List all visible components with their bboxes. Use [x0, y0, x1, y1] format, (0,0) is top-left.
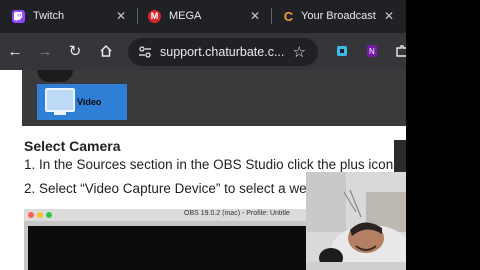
extensions-puzzle-icon[interactable]	[392, 41, 406, 61]
address-bar[interactable]: support.chaturbate.c... ☆	[128, 38, 318, 66]
webcam-source-thumbnail	[37, 70, 73, 82]
video-label: Video	[77, 97, 102, 107]
url-text: support.chaturbate.c...	[160, 45, 285, 59]
tab-your-broadcast[interactable]: C Your Broadcast ✕	[282, 4, 400, 28]
tab-mega[interactable]: M MEGA ✕	[148, 4, 268, 28]
webcam-overlay	[306, 172, 406, 270]
instruction-step-2: 2. Select “Video Capture Device” to sele…	[24, 181, 315, 196]
obs-sources-screenshot: Video	[22, 70, 406, 126]
extension-icon[interactable]	[332, 41, 352, 61]
instruction-step-1: 1. In the Sources section in the OBS Stu…	[24, 157, 406, 172]
monitor-stand	[54, 112, 66, 115]
minimize-dot-icon	[37, 212, 43, 218]
close-tab-icon[interactable]: ✕	[116, 9, 126, 23]
browser-window: Twitch ✕ M MEGA ✕ C Your Broadcast ✕ ← →…	[0, 0, 406, 270]
tab-label: Your Broadcast	[301, 10, 376, 22]
home-icon[interactable]	[96, 41, 116, 61]
twitch-icon	[12, 9, 25, 23]
mega-icon: M	[148, 9, 161, 23]
close-dot-icon	[28, 212, 34, 218]
video-source-item: Video	[37, 84, 127, 120]
desktop-background	[406, 0, 480, 270]
chaturbate-icon: C	[283, 8, 294, 24]
obs-window-title: OBS 19.0.2 (mac) - Profile: Untitle	[184, 210, 290, 217]
webcam-person-image	[306, 172, 406, 270]
tab-separator	[271, 8, 272, 24]
bookmark-star-icon[interactable]: ☆	[293, 43, 306, 61]
close-tab-icon[interactable]: ✕	[384, 9, 394, 23]
tab-label: Twitch	[33, 10, 65, 22]
tab-strip: Twitch ✕ M MEGA ✕ C Your Broadcast ✕	[0, 0, 406, 33]
tab-twitch[interactable]: Twitch ✕	[12, 4, 134, 28]
monitor-icon	[45, 88, 75, 112]
forward-icon[interactable]: →	[35, 41, 55, 61]
close-tab-icon[interactable]: ✕	[250, 9, 260, 23]
svg-text:N: N	[369, 47, 375, 56]
zoom-dot-icon	[46, 212, 52, 218]
section-heading: Select Camera	[24, 138, 121, 154]
tab-separator	[137, 8, 138, 24]
tab-label: MEGA	[169, 10, 202, 22]
site-settings-icon[interactable]	[138, 45, 152, 59]
reload-icon[interactable]: ↻	[65, 41, 85, 61]
onenote-icon[interactable]: N	[362, 41, 382, 61]
back-icon[interactable]: ←	[5, 41, 25, 61]
